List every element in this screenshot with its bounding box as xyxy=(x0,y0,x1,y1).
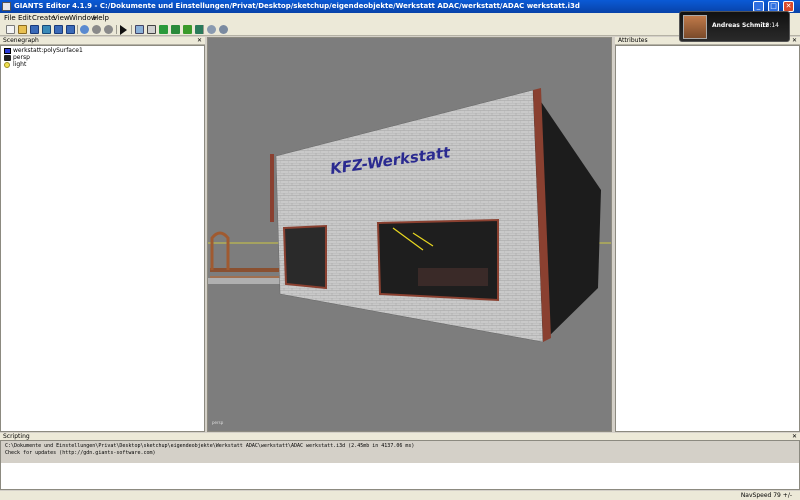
save-icon[interactable] xyxy=(30,25,39,34)
interior-floor xyxy=(418,268,488,286)
mesh-icon xyxy=(4,48,11,54)
import-icon[interactable] xyxy=(54,25,63,34)
menu-create[interactable]: Create xyxy=(32,14,55,22)
toolbar-separator xyxy=(131,25,132,34)
notification-time: 10:14 xyxy=(761,22,779,29)
window-left xyxy=(282,224,327,290)
fence-base xyxy=(208,278,283,284)
front-wall xyxy=(275,89,544,343)
menu-edit[interactable]: Edit xyxy=(18,14,32,22)
window-right xyxy=(376,218,499,302)
log-line: C:\Dokumente und Einstellungen\Privat\De… xyxy=(5,443,415,449)
fence-top xyxy=(210,268,280,272)
scripting-close-icon[interactable]: ✕ xyxy=(792,433,797,440)
paint-icon[interactable] xyxy=(183,25,192,34)
avatar xyxy=(683,15,707,39)
window-title: GIANTS Editor 4.1.9 - C:/Dokumente und E… xyxy=(14,2,580,10)
viewport-camera-label: persp xyxy=(212,420,224,425)
open-icon[interactable] xyxy=(18,25,27,34)
rotate-icon[interactable] xyxy=(147,25,156,34)
attributes-panel[interactable] xyxy=(615,45,800,432)
redo-icon[interactable] xyxy=(92,25,101,34)
gate-arch xyxy=(210,231,230,270)
light-icon xyxy=(4,62,10,68)
undo-icon[interactable] xyxy=(80,25,89,34)
scenegraph-title: Scenegraph xyxy=(3,37,39,44)
scenegraph-header: Scenegraph ✕ xyxy=(0,37,205,45)
3d-viewport[interactable]: KFZ-Werkstatt persp xyxy=(207,37,612,432)
contact-name: Andreas Schmitz xyxy=(712,22,769,29)
scene-render: KFZ-Werkstatt persp xyxy=(208,88,611,425)
menu-view[interactable]: View xyxy=(53,14,70,22)
menu-help[interactable]: Help xyxy=(93,14,109,22)
attributes-close-icon[interactable]: ✕ xyxy=(792,37,797,44)
play-icon[interactable] xyxy=(120,25,127,35)
toolbar-separator xyxy=(77,25,78,34)
script-log: C:\Dokumente und Einstellungen\Privat\De… xyxy=(1,441,799,463)
navspeed-readout: NavSpeed 79 +/- xyxy=(740,492,792,499)
camera-icon xyxy=(4,55,11,61)
cut-icon[interactable] xyxy=(104,25,113,34)
status-bar: NavSpeed 79 +/- xyxy=(0,491,800,500)
scenegraph-panel[interactable]: werkstatt:polySurface1 persp light xyxy=(0,45,205,432)
toolbar-separator xyxy=(116,25,117,34)
settings-icon[interactable] xyxy=(219,25,228,34)
terrain-icon[interactable] xyxy=(171,25,180,34)
tree-item-polysurface[interactable]: werkstatt:polySurface1 xyxy=(13,47,83,54)
tree-item-light[interactable]: light xyxy=(13,61,26,68)
tree-item-persp[interactable]: persp xyxy=(13,54,30,61)
save-as-icon[interactable] xyxy=(42,25,51,34)
scripting-title: Scripting xyxy=(3,433,30,440)
left-post xyxy=(270,154,274,222)
move-icon[interactable] xyxy=(135,25,144,34)
scale-icon[interactable] xyxy=(159,25,168,34)
menu-file[interactable]: File xyxy=(4,14,16,22)
toolbar-separator xyxy=(203,25,204,34)
attributes-title: Attributes xyxy=(618,37,648,44)
zoom-icon[interactable] xyxy=(207,25,216,34)
log-line: Check for updates (http://gdn.giants-sof… xyxy=(5,450,156,456)
scripting-panel[interactable]: C:\Dokumente und Einstellungen\Privat\De… xyxy=(0,440,800,490)
fence-rail xyxy=(210,276,280,278)
scenegraph-close-icon[interactable]: ✕ xyxy=(197,37,202,44)
app-icon xyxy=(2,2,11,11)
new-icon[interactable] xyxy=(6,25,15,34)
contact-notification[interactable]: Andreas Schmitz 10:14 xyxy=(679,11,790,42)
export-icon[interactable] xyxy=(66,25,75,34)
